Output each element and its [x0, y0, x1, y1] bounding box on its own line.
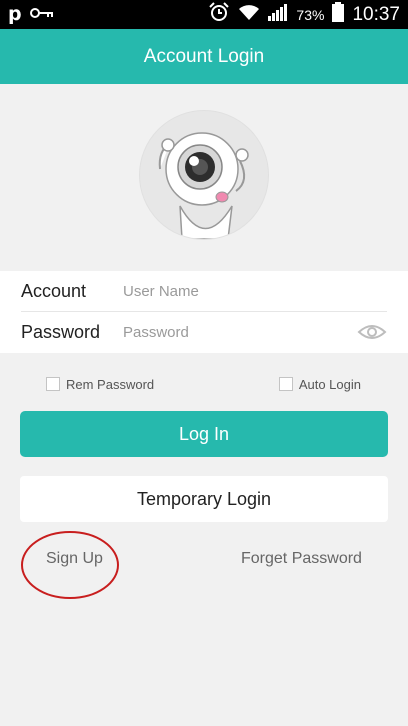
signal-icon [268, 3, 288, 26]
temporary-login-button[interactable]: Temporary Login [20, 476, 388, 522]
remember-password-option[interactable]: Rem Password [46, 377, 154, 392]
status-bar: p 73% 10:37 [0, 0, 408, 29]
page-title: Account Login [143, 45, 265, 67]
account-label: Account [21, 281, 87, 301]
remember-password-checkbox[interactable] [46, 377, 60, 391]
status-bar-right: 73% 10:37 [208, 2, 400, 27]
account-input[interactable] [123, 283, 387, 300]
auto-login-label[interactable]: Auto Login [299, 377, 361, 392]
eye-icon[interactable] [357, 322, 387, 342]
login-form: Account Password [0, 271, 408, 353]
login-options: Rem Password Auto Login [46, 374, 361, 394]
status-bar-left: p [8, 5, 54, 24]
account-row: Account [21, 272, 387, 312]
key-icon [29, 6, 54, 24]
sign-up-link[interactable]: Sign Up [46, 550, 103, 568]
wifi-icon [238, 3, 260, 26]
remember-password-label[interactable]: Rem Password [66, 377, 154, 392]
auto-login-checkbox[interactable] [278, 377, 293, 391]
alarm-icon [208, 2, 230, 27]
battery-percent: 73% [296, 6, 325, 23]
password-input[interactable] [123, 323, 357, 341]
p-notification-icon: p [8, 3, 22, 25]
login-button[interactable]: Log In [20, 411, 388, 457]
battery-icon [332, 2, 345, 27]
status-time: 10:37 [352, 3, 400, 25]
password-label: Password [21, 321, 101, 342]
forget-password-link[interactable]: Forget Password [241, 550, 362, 568]
auto-login-option[interactable]: Auto Login [278, 377, 361, 392]
avatar [139, 110, 269, 240]
password-row: Password [21, 312, 387, 352]
app-header: Account Login [0, 29, 408, 84]
camera-mascot-icon [158, 132, 249, 239]
